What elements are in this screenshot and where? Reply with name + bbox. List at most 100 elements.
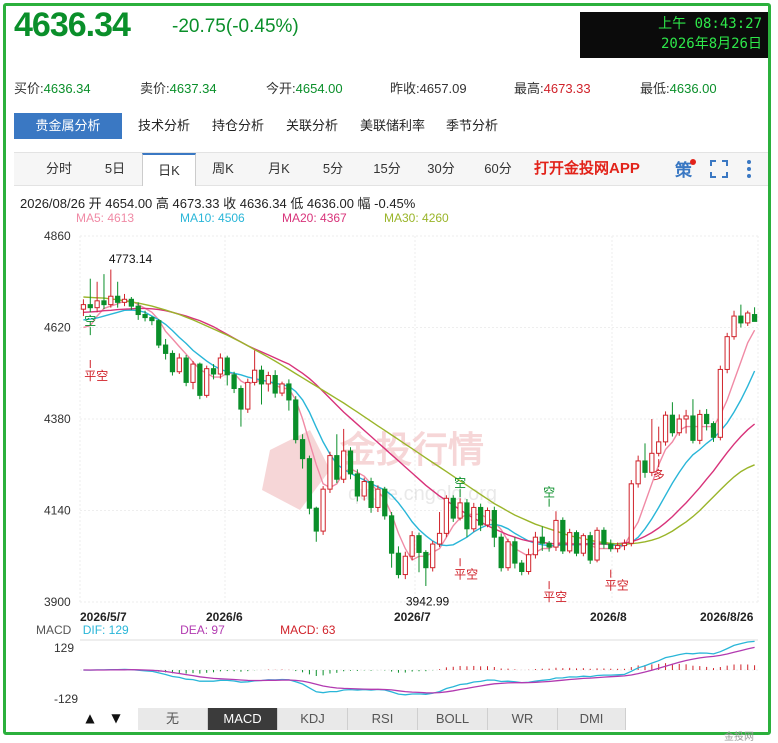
candle-body — [279, 383, 285, 394]
macd-panel: 129 -129 — [54, 639, 758, 706]
candle-body — [525, 554, 532, 572]
scroll-up-button[interactable]: ▲ — [80, 708, 100, 728]
indicator-tab-rsi[interactable]: RSI — [348, 708, 418, 730]
candle-body — [608, 543, 614, 550]
candle-body — [512, 541, 518, 564]
indicator-tab-boll[interactable]: BOLL — [418, 708, 488, 730]
candle-body — [690, 415, 696, 441]
y-tick-label: 4620 — [44, 321, 71, 335]
candle-body — [642, 460, 648, 473]
candle-body — [210, 368, 217, 375]
candle-body — [710, 423, 717, 438]
candle-body — [751, 314, 758, 322]
candle-body — [635, 460, 641, 485]
candle-body — [519, 562, 525, 572]
ma-line-ma30 — [83, 296, 755, 545]
candle-body — [498, 536, 504, 569]
signal-label: 空 — [543, 486, 555, 500]
x-tick-label: 2026/6 — [206, 610, 243, 624]
scroll-down-button[interactable]: ▼ — [106, 708, 126, 728]
candle-body — [190, 363, 196, 383]
low-annotation: 3942.99 — [406, 595, 450, 609]
candle-body — [286, 383, 292, 401]
indicator-tab-wr[interactable]: WR — [488, 708, 558, 730]
candle-body — [87, 304, 93, 309]
candle-body — [252, 369, 258, 383]
candle-body — [368, 481, 374, 508]
candle-body — [580, 535, 586, 554]
candle-body — [334, 455, 340, 480]
candle-body — [505, 541, 511, 569]
signal-label: 平空 — [543, 590, 567, 604]
candle-body — [731, 315, 737, 338]
candle-body — [436, 532, 443, 545]
candle-body — [108, 295, 114, 306]
signal-label: 空 — [84, 314, 96, 328]
candle-body — [306, 458, 313, 509]
candle-body — [560, 519, 566, 552]
signal-label: 空 — [454, 476, 466, 490]
indicator-tab-kdj[interactable]: KDJ — [278, 708, 348, 730]
candle-body — [183, 357, 189, 383]
x-tick-label: 2026/8 — [590, 610, 627, 624]
candle-body — [299, 439, 306, 460]
candle-body — [532, 536, 539, 556]
candle-body — [382, 488, 388, 517]
candle-body — [717, 368, 723, 438]
candle-body — [621, 542, 628, 547]
candle-body — [327, 455, 333, 490]
y-tick-label: 4140 — [44, 504, 71, 518]
macd-value: MACD: 63 — [280, 623, 336, 637]
candle-body — [450, 497, 456, 519]
x-tick-label: 2026/5/7 — [80, 610, 127, 624]
candle-body — [697, 413, 703, 441]
candle-body — [416, 535, 422, 553]
candle-body — [587, 535, 593, 561]
candle-body — [704, 413, 710, 425]
candle-body — [354, 473, 360, 497]
candle-body — [231, 374, 237, 389]
indicator-tab-none[interactable]: 无 — [138, 708, 208, 730]
macd-dif-line — [83, 640, 755, 696]
candle-body — [395, 552, 402, 576]
candle-body — [94, 300, 100, 309]
candle-body — [738, 315, 744, 324]
macd-dea: DEA: 97 — [180, 623, 225, 637]
y-axis-ticks: 4860 4620 4380 4140 3900 — [44, 229, 71, 609]
candle-body — [149, 317, 155, 322]
y-tick-label: 3900 — [44, 595, 71, 609]
candle-body — [669, 414, 676, 434]
candle-body — [169, 352, 176, 373]
candle-body — [464, 502, 470, 530]
candle-body — [546, 542, 552, 548]
indicator-tab-macd[interactable]: MACD — [208, 708, 278, 730]
candle-body — [676, 418, 682, 434]
candle-body — [553, 519, 559, 548]
candle-body — [204, 368, 210, 396]
signal-label: 平空 — [84, 369, 108, 383]
candle-body — [601, 529, 607, 545]
candle-body — [471, 506, 477, 530]
candle-body — [361, 481, 367, 497]
candle-body — [341, 450, 347, 480]
candle-body — [142, 314, 148, 319]
signal-label: 多 — [653, 468, 665, 482]
candle-body — [628, 483, 634, 544]
y-tick-label: 4860 — [44, 229, 71, 243]
macd-dif: DIF: 129 — [82, 623, 129, 637]
watermark-cn: 金投行情 — [339, 429, 484, 470]
high-annotation: 4773.14 — [109, 252, 153, 266]
candle-body — [539, 536, 545, 544]
candle-body — [567, 532, 573, 552]
candle-body — [594, 529, 600, 561]
candle-body — [101, 300, 107, 306]
candle-body — [238, 388, 244, 410]
candle-body — [293, 399, 299, 441]
candle-body — [80, 304, 87, 310]
candle-body — [388, 515, 395, 554]
candle-body — [197, 363, 203, 396]
macd-legend: MACD DIF: 129 DEA: 97 MACD: 63 — [36, 623, 335, 637]
indicator-tab-dmi[interactable]: DMI — [558, 708, 626, 730]
candle-body — [423, 551, 429, 569]
x-tick-label: 2026/7 — [394, 610, 431, 624]
